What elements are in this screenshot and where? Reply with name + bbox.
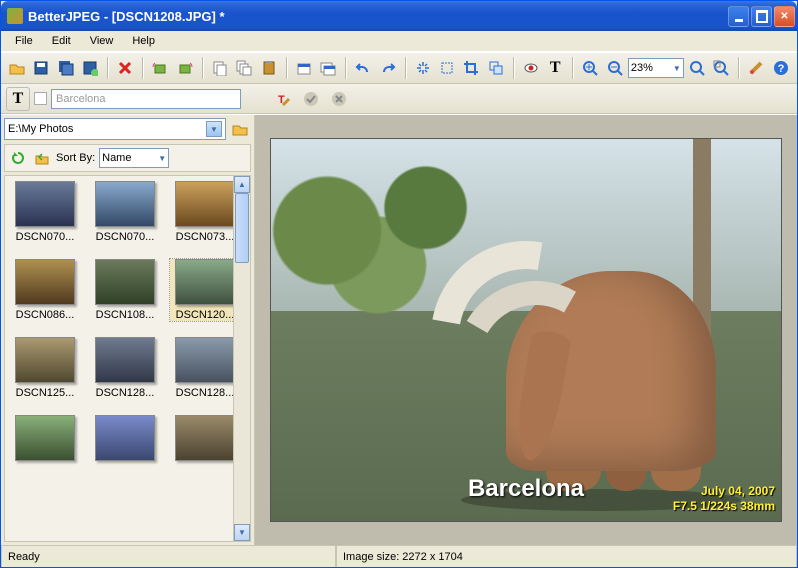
sort-select[interactable]: Name▼ bbox=[99, 148, 169, 168]
preview-panel: Barcelona July 04, 2007 F7.5 1/224s 38mm bbox=[255, 115, 797, 545]
rotate-left-button[interactable] bbox=[149, 56, 171, 80]
thumbnail-image bbox=[95, 415, 155, 461]
menubar: File Edit View Help bbox=[1, 31, 797, 52]
thumbnail-item[interactable]: DSCN073... bbox=[170, 181, 240, 243]
thumbnail-image bbox=[175, 337, 235, 383]
text-button[interactable]: T bbox=[544, 56, 566, 80]
scroll-up-button[interactable]: ▲ bbox=[234, 176, 250, 193]
sort-by-label: Sort By: bbox=[56, 152, 95, 164]
resize-button[interactable] bbox=[485, 56, 507, 80]
status-ready: Ready bbox=[1, 546, 336, 567]
thumbnail-label: DSCN108... bbox=[96, 309, 155, 321]
main-toolbar: T 23%▼ ? bbox=[1, 52, 797, 84]
redo-button[interactable] bbox=[376, 56, 398, 80]
thumbnail-image bbox=[95, 259, 155, 305]
close-button[interactable] bbox=[774, 6, 795, 27]
pan-button[interactable] bbox=[412, 56, 434, 80]
date-stamp-button[interactable] bbox=[293, 56, 315, 80]
sidebar: E:\My Photos▼ Sort By: Name▼ DSCN070...D… bbox=[1, 115, 255, 545]
thumbnail-image bbox=[15, 415, 75, 461]
caption-enable-checkbox[interactable] bbox=[34, 92, 47, 105]
thumbnail-item[interactable] bbox=[170, 415, 240, 465]
crop-button[interactable] bbox=[460, 56, 482, 80]
thumbnail-image bbox=[15, 337, 75, 383]
thumbnail-image bbox=[15, 259, 75, 305]
maximize-button[interactable] bbox=[751, 6, 772, 27]
up-folder-button[interactable] bbox=[32, 148, 52, 168]
thumbnail-label: DSCN070... bbox=[96, 231, 155, 243]
thumbnail-item[interactable]: DSCN070... bbox=[90, 181, 160, 243]
scroll-down-button[interactable]: ▼ bbox=[234, 524, 250, 541]
thumbnail-label: DSCN128... bbox=[96, 387, 155, 399]
zoom-in-button[interactable] bbox=[579, 56, 601, 80]
cancel-text-button[interactable] bbox=[327, 87, 351, 111]
thumbnail-item[interactable] bbox=[10, 415, 80, 465]
window-title: BetterJPEG - [DSCN1208.JPG] * bbox=[28, 9, 225, 24]
date-stamp-all-button[interactable] bbox=[317, 56, 339, 80]
thumbnail-scrollbar[interactable]: ▲ ▼ bbox=[233, 176, 250, 541]
photo-metadata: July 04, 2007 F7.5 1/224s 38mm bbox=[673, 484, 775, 515]
thumbnail-item[interactable]: DSCN120... bbox=[170, 259, 240, 321]
menu-help[interactable]: Help bbox=[124, 33, 163, 49]
paste-button[interactable] bbox=[257, 56, 279, 80]
thumbnail-label: DSCN125... bbox=[16, 387, 75, 399]
thumbnail-item[interactable]: DSCN070... bbox=[10, 181, 80, 243]
thumbnail-item[interactable]: DSCN128... bbox=[90, 337, 160, 399]
text-settings-button[interactable]: T bbox=[271, 87, 295, 111]
copy-button[interactable] bbox=[209, 56, 231, 80]
scroll-thumb[interactable] bbox=[235, 193, 249, 263]
thumbnail-panel: DSCN070... DSCN070... DSCN073... DSCN086...… bbox=[4, 175, 251, 542]
open-button[interactable] bbox=[6, 56, 28, 80]
zoom-fit-button[interactable] bbox=[686, 56, 708, 80]
help-button[interactable]: ? bbox=[770, 56, 792, 80]
menu-edit[interactable]: Edit bbox=[44, 33, 79, 49]
thumbnail-image bbox=[175, 415, 235, 461]
delete-button[interactable] bbox=[114, 56, 136, 80]
caption-input[interactable] bbox=[51, 89, 241, 109]
thumbnail-image bbox=[15, 181, 75, 227]
thumbnail-label: DSCN120... bbox=[176, 309, 235, 321]
apply-button[interactable] bbox=[299, 87, 323, 111]
svg-text:?: ? bbox=[777, 63, 784, 75]
browse-folder-button[interactable] bbox=[229, 118, 251, 140]
thumbnail-label: DSCN128... bbox=[176, 387, 235, 399]
titlebar[interactable]: BetterJPEG - [DSCN1208.JPG] * bbox=[1, 1, 797, 31]
minimize-button[interactable] bbox=[728, 6, 749, 27]
thumbnail-image bbox=[95, 337, 155, 383]
thumbnail-item[interactable]: DSCN086... bbox=[10, 259, 80, 321]
thumbnail-image bbox=[175, 259, 235, 305]
thumbnail-label: DSCN086... bbox=[16, 309, 75, 321]
menu-file[interactable]: File bbox=[7, 33, 41, 49]
save-button[interactable] bbox=[30, 56, 52, 80]
rotate-right-button[interactable] bbox=[174, 56, 196, 80]
thumbnail-label: DSCN073... bbox=[176, 231, 235, 243]
zoom-actual-button[interactable] bbox=[710, 56, 732, 80]
thumbnail-item[interactable] bbox=[90, 415, 160, 465]
refresh-button[interactable] bbox=[8, 148, 28, 168]
thumbnail-label: DSCN070... bbox=[16, 231, 75, 243]
copy-all-button[interactable] bbox=[233, 56, 255, 80]
thumbnail-image bbox=[95, 181, 155, 227]
statusbar: Ready Image size: 2272 x 1704 bbox=[1, 545, 797, 567]
thumbnail-image bbox=[175, 181, 235, 227]
folder-path-select[interactable]: E:\My Photos▼ bbox=[4, 118, 226, 140]
save-as-button[interactable] bbox=[79, 56, 101, 80]
zoom-level-input[interactable]: 23%▼ bbox=[628, 58, 684, 78]
zoom-out-button[interactable] bbox=[604, 56, 626, 80]
thumbnail-item[interactable]: DSCN108... bbox=[90, 259, 160, 321]
status-image-size: Image size: 2272 x 1704 bbox=[336, 546, 797, 567]
settings-button[interactable] bbox=[745, 56, 767, 80]
undo-button[interactable] bbox=[352, 56, 374, 80]
thumbnail-item[interactable]: DSCN128... bbox=[170, 337, 240, 399]
thumbnail-item[interactable]: DSCN125... bbox=[10, 337, 80, 399]
text-mode-button[interactable]: T bbox=[6, 87, 30, 111]
menu-view[interactable]: View bbox=[82, 33, 122, 49]
preview-image[interactable]: Barcelona July 04, 2007 F7.5 1/224s 38mm bbox=[270, 138, 782, 522]
text-toolbar: T T bbox=[1, 84, 797, 114]
save-all-button[interactable] bbox=[55, 56, 77, 80]
redeye-button[interactable] bbox=[520, 56, 542, 80]
select-button[interactable] bbox=[436, 56, 458, 80]
app-window: BetterJPEG - [DSCN1208.JPG] * File Edit … bbox=[0, 0, 798, 568]
app-icon bbox=[7, 8, 23, 24]
